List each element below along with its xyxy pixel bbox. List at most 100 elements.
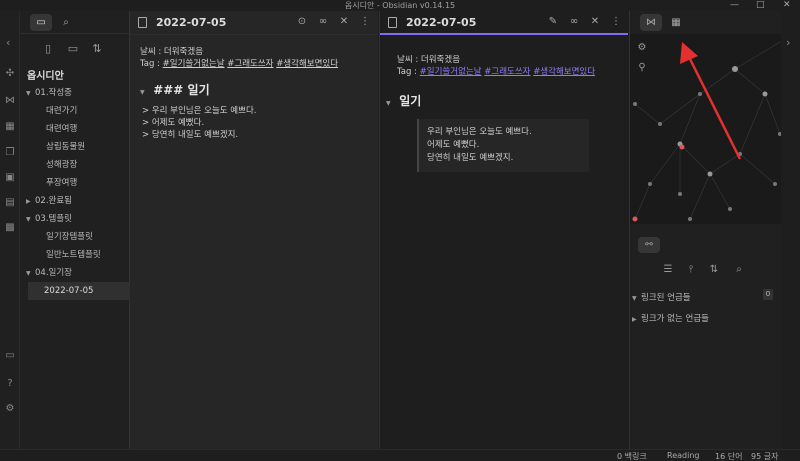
caret-down-icon: ▼	[632, 295, 637, 302]
right-sidebar: ⋈ ▦ ⚙ ⚲ ⚯ ☰ ⫯ ⇅ ⌕ ▼ 링크된 언급들 0 ▶ 링크가 없는 언…	[629, 11, 782, 449]
forward-arrow-icon[interactable]: ›	[786, 36, 790, 49]
collapse-results-icon[interactable]: ☰	[662, 264, 674, 276]
close-window-button[interactable]: ✕	[783, 0, 791, 11]
linked-count-badge: 0	[763, 289, 773, 300]
weather-line: 날씨 : 더워죽겠음	[397, 55, 461, 65]
reading-view-icon[interactable]: ⊙	[296, 16, 308, 28]
minimize-button[interactable]: —	[730, 0, 739, 11]
backlinks-tab-icon[interactable]: ⚯	[638, 237, 660, 253]
graph-view-icon[interactable]: ⋈	[4, 95, 16, 107]
tag-link[interactable]: #일기쓸거없는날	[163, 59, 225, 69]
caret-right-icon: ▶	[26, 198, 31, 205]
heading-text: ### 일기	[153, 83, 210, 97]
calendar-tab-icon[interactable]: ▦	[665, 14, 687, 31]
file-item[interactable]: 성해광장	[20, 156, 130, 174]
file-item[interactable]: 일반노트템플릿	[20, 246, 130, 264]
folder-item[interactable]: ▼ 03.템플릿	[20, 210, 130, 228]
link-icon[interactable]: ∞	[568, 16, 580, 28]
calendar-icon[interactable]: ▦	[4, 121, 16, 133]
vault-name: 옵시디안	[27, 71, 64, 82]
linked-mentions-label: 링크된 언급들	[641, 293, 691, 303]
linked-mentions[interactable]: ▼ 링크된 언급들	[632, 291, 691, 303]
tag-prefix: Tag :	[397, 67, 420, 77]
file-tree: ▼ 01.작성중 대련가기 대련여행 삼립동물원 성해광장 푸장여행 ▶ 02.완료…	[20, 84, 130, 300]
settings-icon[interactable]: ⚙	[4, 403, 16, 415]
unlinked-mentions-label: 링크가 없는 언급들	[641, 314, 709, 324]
tag-link[interactable]: #일기쓸거없는날	[420, 67, 482, 77]
folder-item[interactable]: ▼ 04.일기장	[20, 264, 130, 282]
graph-edges	[634, 41, 781, 220]
tag-line: Tag : #일기쓸거없는날 #그래도쓰자 #생각해보면있다	[397, 66, 622, 78]
tag-link[interactable]: #그래도쓰자	[484, 67, 530, 77]
folder-label: 01.작성중	[35, 88, 72, 98]
caret-down-icon[interactable]: ▼	[386, 98, 395, 110]
file-item[interactable]: 대련가기	[20, 102, 130, 120]
tag-link[interactable]: #생각해보면있다	[533, 67, 595, 77]
search-icon[interactable]: ⌕	[733, 264, 745, 276]
sort-icon[interactable]: ⇅	[90, 42, 104, 56]
editor-title: 2022-07-05	[156, 16, 227, 29]
new-folder-icon[interactable]: ▭	[66, 42, 80, 56]
terminal-icon[interactable]: ▣	[4, 172, 16, 184]
copy-icon[interactable]: ❐	[4, 147, 16, 159]
editor-pane: 2022-07-05 ⊙ ∞ ✕ ⋮ 날씨 : 더워죽겠음 Tag : #일기쓸…	[130, 11, 378, 449]
new-note-icon[interactable]: ▯	[41, 42, 55, 56]
sidebar-tabs: ▭ ⌕	[20, 11, 129, 34]
help-icon[interactable]: ?	[4, 378, 16, 390]
status-mode[interactable]: Reading	[667, 451, 699, 460]
tag-line: Tag : #일기쓸거없는날 #그래도쓰자 #생각해보면있다	[140, 58, 370, 70]
vault-icon[interactable]: ▭	[4, 350, 16, 362]
quote-line: > 우리 부인님은 오늘도 예쁘다.	[142, 106, 257, 116]
status-backlinks[interactable]: 0 백링크	[617, 451, 647, 461]
tag-link[interactable]: #생각해보면있다	[276, 59, 338, 69]
more-options-icon[interactable]: ⋮	[610, 16, 622, 28]
link-icon[interactable]: ∞	[317, 16, 329, 28]
quote-line: > 어제도 예뻤다.	[142, 118, 205, 128]
maximize-button[interactable]: □	[756, 0, 765, 11]
back-arrow-icon[interactable]: ‹	[6, 36, 10, 49]
right-edge: ›	[781, 11, 800, 449]
puzzle-icon[interactable]: ▩	[4, 222, 16, 234]
caret-down-icon: ▼	[26, 270, 31, 277]
editor-header: 2022-07-05 ⊙ ∞ ✕ ⋮	[130, 11, 378, 35]
folder-item[interactable]: ▼ 01.작성중	[20, 84, 130, 102]
close-icon[interactable]: ✕	[589, 16, 601, 28]
unlinked-mentions[interactable]: ▶ 링크가 없는 언급들	[632, 312, 709, 324]
show-more-context-icon[interactable]: ⫯	[685, 264, 697, 276]
weather-line: 날씨 : 더워죽겠음	[140, 47, 204, 57]
edit-pencil-icon[interactable]: ✎	[547, 16, 559, 28]
status-words: 16 단어	[715, 452, 743, 461]
file-item[interactable]: 대련여행	[20, 120, 130, 138]
status-chars: 95 글자	[751, 452, 779, 461]
graph-tab-icon[interactable]: ⋈	[640, 14, 662, 31]
more-options-icon[interactable]: ⋮	[359, 16, 371, 28]
tag-link[interactable]: #그래도쓰자	[227, 59, 273, 69]
graph-animate-icon[interactable]: ⚲	[636, 62, 648, 74]
reading-content: 날씨 : 더워죽겠음 Tag : #일기쓸거없는날 #그래도쓰자 #생각해보면있…	[386, 54, 622, 172]
folder-label: 03.템플릿	[35, 214, 72, 224]
folder-tab-icon[interactable]: ▭	[30, 14, 52, 31]
graph-view[interactable]: ⚙ ⚲	[630, 34, 782, 224]
quote-line: > 당연히 내일도 예쁘겠지.	[142, 130, 239, 140]
caret-right-icon: ▶	[632, 316, 637, 323]
editor-content[interactable]: 날씨 : 더워죽겠음 Tag : #일기쓸거없는날 #그래도쓰자 #생각해보면있…	[140, 46, 370, 141]
drawer-icon[interactable]: ▤	[4, 197, 16, 209]
file-item[interactable]: 일기장템플릿	[20, 228, 130, 246]
heading-source: ▼ ### 일기	[140, 84, 370, 99]
graph-icon[interactable]: ✣	[4, 68, 16, 80]
file-item[interactable]: 삼립동물원	[20, 138, 130, 156]
caret-down-icon: ▼	[140, 89, 145, 96]
graph-settings-icon[interactable]: ⚙	[636, 42, 648, 54]
right-sidebar-tabs: ⋈ ▦	[630, 11, 781, 34]
sort-icon[interactable]: ⇅	[708, 264, 720, 276]
search-icon[interactable]: ⌕	[55, 14, 77, 31]
reading-header: 2022-07-05 ✎ ∞ ✕ ⋮	[380, 11, 628, 35]
folder-item[interactable]: ▶ 02.완료됨	[20, 192, 130, 210]
heading-rendered: ▼ 일기	[386, 95, 622, 110]
file-item-active[interactable]: 2022-07-05	[28, 282, 130, 300]
file-item[interactable]: 푸장여행	[20, 174, 130, 192]
graph-canvas[interactable]	[630, 34, 782, 224]
backlink-toolbar: ☰ ⫯ ⇅ ⌕	[660, 264, 750, 278]
close-icon[interactable]: ✕	[338, 16, 350, 28]
title-bar: 옵시디안 - Obsidian v0.14.15 — □ ✕	[0, 0, 800, 11]
